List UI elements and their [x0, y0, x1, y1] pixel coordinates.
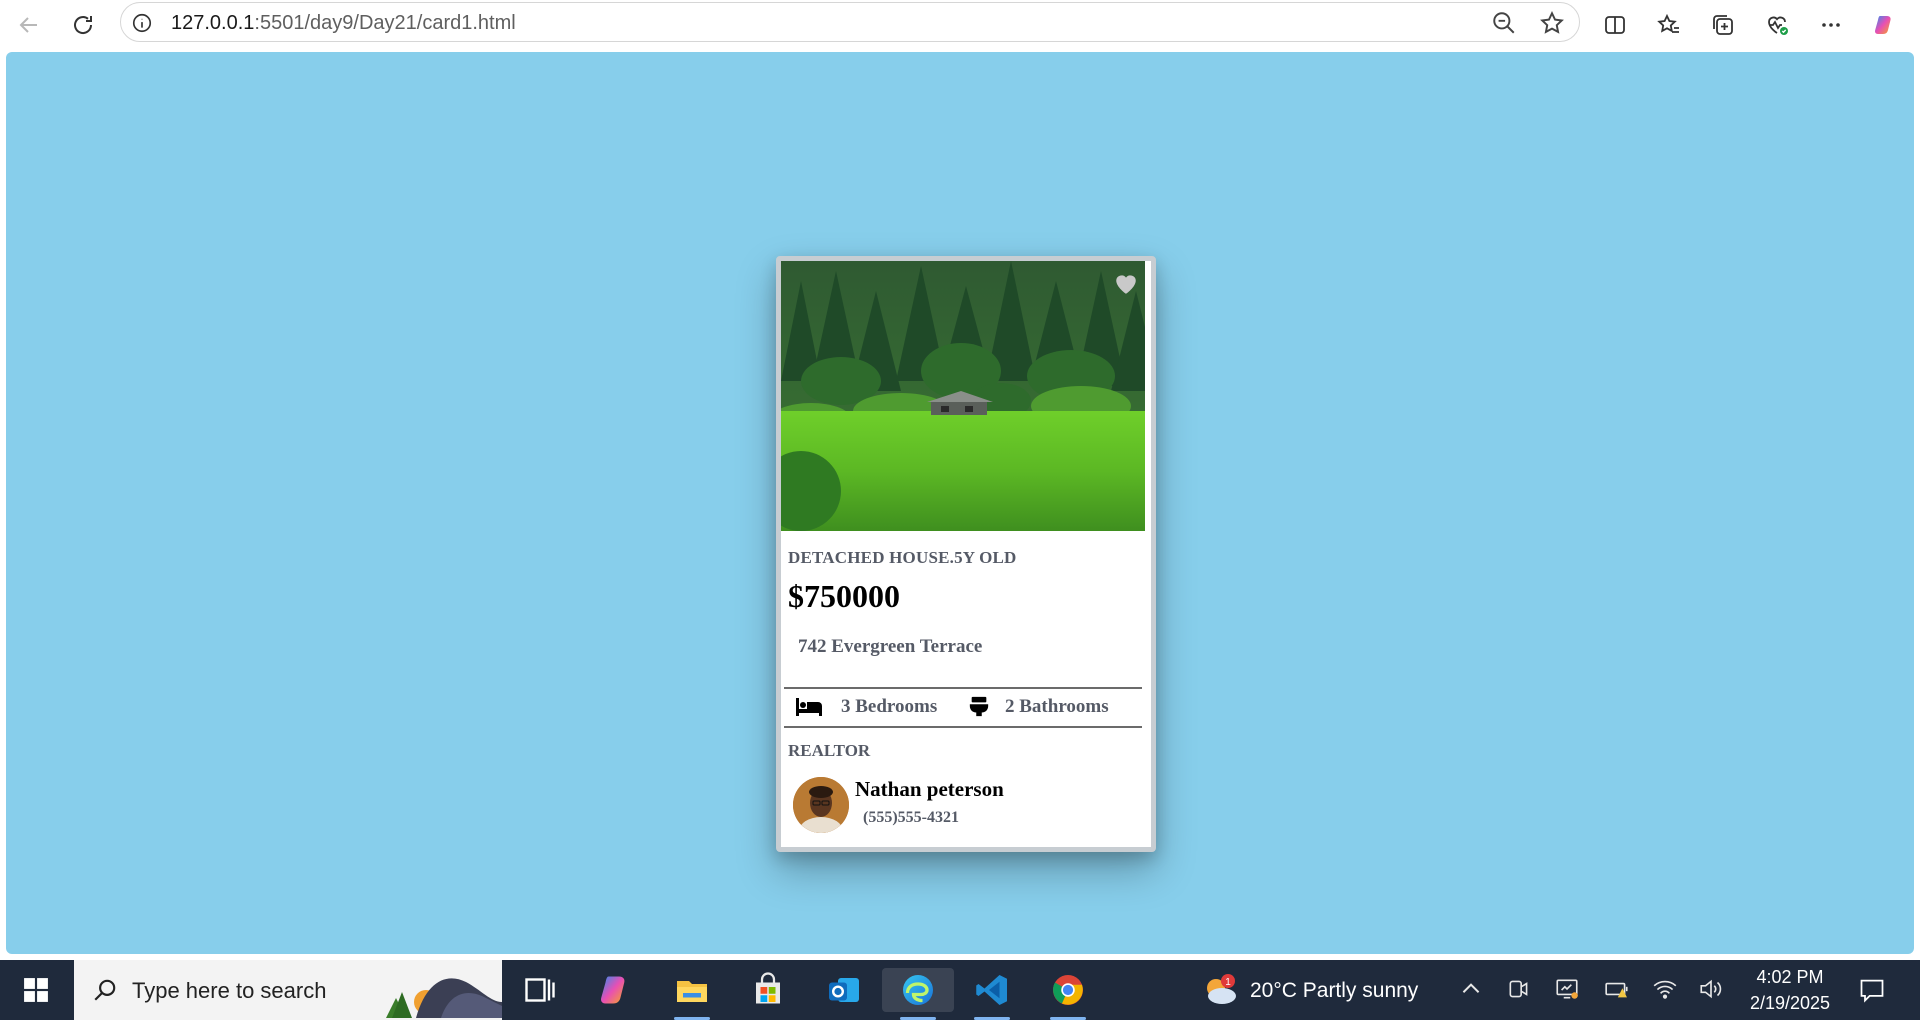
divider	[784, 726, 1142, 728]
divider	[784, 687, 1142, 689]
search-highlight-art	[386, 962, 502, 1018]
bathrooms-count: 2 Bathrooms	[1005, 696, 1109, 717]
microsoft-store-icon[interactable]	[740, 968, 796, 1012]
zoom-out-icon[interactable]	[1491, 10, 1517, 36]
property-price: $750000	[788, 578, 900, 614]
task-view-icon[interactable]	[512, 968, 568, 1012]
property-address: 742 Evergreen Terrace	[798, 636, 983, 657]
bedrooms-count: 3 Bedrooms	[841, 696, 938, 717]
toilet-icon	[965, 695, 993, 719]
partly-sunny-icon: 1	[1200, 970, 1240, 1010]
weather-widget[interactable]: 1 20°C Partly sunny	[1200, 970, 1430, 1010]
page-viewport: DETACHED HOUSE.5Y OLD $750000 742 Evergr…	[6, 52, 1914, 954]
show-hidden-icons-chevron-icon[interactable]	[1458, 976, 1486, 1004]
display-status-icon[interactable]	[1554, 976, 1582, 1004]
agent-phone: (555)555-4321	[863, 809, 959, 826]
taskbar: Type here to search 1 20°C Partly sunny …	[0, 960, 1920, 1020]
property-type: DETACHED HOUSE.5Y OLD	[788, 548, 1017, 567]
notifications-icon[interactable]	[1858, 976, 1886, 1004]
property-photo	[781, 261, 1145, 531]
collections-icon[interactable]	[1704, 6, 1742, 44]
search-placeholder: Type here to search	[132, 978, 327, 1003]
property-card: DETACHED HOUSE.5Y OLD $750000 742 Evergr…	[776, 256, 1156, 852]
back-button[interactable]	[10, 6, 48, 44]
edge-browser-icon[interactable]	[882, 968, 954, 1020]
vscode-icon[interactable]	[964, 968, 1020, 1020]
copilot-icon[interactable]	[1866, 6, 1904, 44]
clock-date: 2/19/2025	[1749, 993, 1831, 1013]
url-host: 127.0.0.1	[171, 12, 255, 34]
weather-badge: 1	[1225, 977, 1231, 988]
reload-button[interactable]	[64, 6, 102, 44]
meet-now-icon[interactable]	[1506, 976, 1534, 1004]
copilot-app-icon[interactable]	[588, 968, 644, 1012]
favorites-icon[interactable]	[1650, 6, 1688, 44]
site-info-icon[interactable]	[131, 12, 153, 34]
bed-icon	[795, 695, 823, 719]
weather-text: 20°C Partly sunny	[1250, 979, 1419, 1002]
url-path: :5501/day9/Day21/card1.html	[254, 12, 516, 34]
browser-essentials-icon[interactable]	[1758, 6, 1796, 44]
more-options-icon[interactable]	[1812, 6, 1850, 44]
address-bar[interactable]: 127.0.0.1:5501/day9/Day21/card1.html	[120, 2, 1580, 42]
agent-name: Nathan peterson	[855, 777, 1004, 801]
search-icon	[92, 977, 118, 1003]
battery-warning-icon[interactable]	[1604, 976, 1632, 1004]
wifi-icon[interactable]	[1652, 976, 1680, 1004]
start-button[interactable]	[14, 970, 58, 1010]
agent-avatar	[793, 777, 849, 833]
favorite-star-icon[interactable]	[1539, 10, 1565, 36]
taskbar-search[interactable]: Type here to search	[74, 960, 502, 1020]
system-clock[interactable]: 4:02 PM 2/19/2025	[1736, 964, 1844, 1016]
volume-icon[interactable]	[1698, 976, 1726, 1004]
outlook-icon[interactable]	[816, 968, 872, 1012]
file-explorer-icon[interactable]	[664, 968, 720, 1020]
browser-toolbar: 127.0.0.1:5501/day9/Day21/card1.html	[0, 0, 1920, 50]
clock-time: 4:02 PM	[1756, 967, 1824, 987]
realtor-heading: REALTOR	[788, 741, 871, 760]
chrome-icon[interactable]	[1040, 968, 1096, 1020]
url-text: 127.0.0.1:5501/day9/Day21/card1.html	[171, 12, 516, 35]
favorite-heart-icon[interactable]	[1113, 271, 1139, 295]
split-screen-icon[interactable]	[1596, 6, 1634, 44]
